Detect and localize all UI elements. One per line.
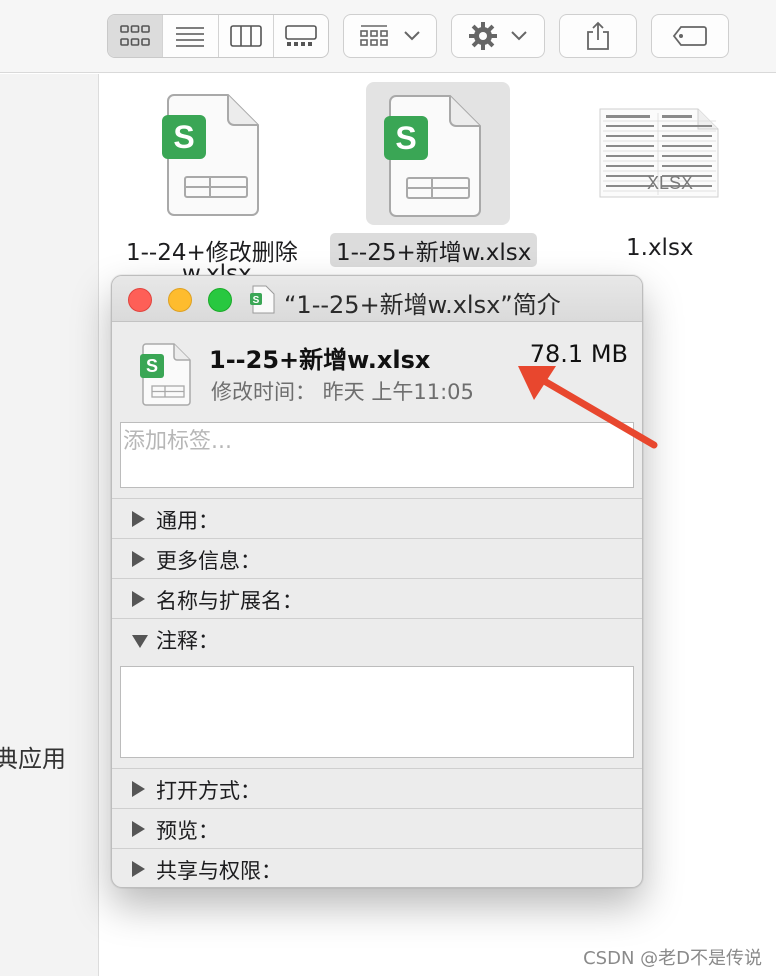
xlsx-overlay-label: XLSX (647, 173, 693, 193)
tags-button[interactable] (651, 14, 729, 58)
tag-icon (672, 26, 707, 46)
svg-text:S: S (395, 120, 416, 156)
section-label: 名称与扩展名： (156, 589, 303, 613)
file-name: 1--25+新增w.xlsx (330, 233, 538, 267)
section-open-with[interactable]: 打开方式： (112, 768, 642, 808)
gallery-view-icon (285, 25, 317, 46)
section-label: 预览： (156, 819, 219, 843)
minimize-button[interactable] (168, 288, 192, 312)
file-item-selected[interactable]: S 1--25+新增w.xlsx (330, 82, 550, 272)
info-header: S 1--25+新增w.xlsx 78.1 MB 修改时间： 昨天 上午11:0… (112, 322, 642, 412)
column-view-button[interactable] (219, 15, 274, 57)
svg-text:S: S (173, 119, 194, 155)
disclosure-triangle-icon[interactable] (132, 781, 145, 797)
sidebar-item-label[interactable]: 典应用 (0, 739, 66, 774)
section-label: 打开方式： (156, 779, 261, 803)
column-view-icon (229, 25, 262, 47)
disclosure-triangle-icon[interactable] (132, 635, 148, 648)
group-icon (360, 25, 388, 46)
tags-field[interactable] (120, 422, 634, 488)
get-info-window: S “1--25+新增w.xlsx”简介 S 1--25+新增w.xlsx 78… (111, 275, 643, 888)
section-name-extension[interactable]: 名称与扩展名： (112, 578, 642, 618)
gallery-view-button[interactable] (274, 15, 328, 57)
finder-sidebar: 典应用 (0, 74, 99, 976)
group-by-button[interactable] (343, 14, 437, 58)
finder-toolbar (0, 0, 776, 73)
action-button[interactable] (451, 14, 545, 58)
section-label: 通用： (156, 509, 219, 533)
window-title: “1--25+新增w.xlsx”简介 (284, 291, 561, 319)
file-name-line2: w.xlsx (182, 261, 252, 275)
icon-view-icon (120, 25, 150, 46)
zoom-button[interactable] (208, 288, 232, 312)
tags-input[interactable] (121, 423, 633, 459)
file-item[interactable]: XLSX 1.xlsx (586, 85, 736, 265)
disclosure-triangle-icon[interactable] (132, 551, 145, 567)
section-comments[interactable]: 注释： (112, 618, 642, 658)
info-file-name: 1--25+新增w.xlsx (209, 346, 431, 374)
spreadsheet-file-icon: S (162, 94, 259, 216)
comments-textarea[interactable] (120, 666, 634, 758)
section-general[interactable]: 通用： (112, 498, 642, 538)
share-button[interactable] (559, 14, 637, 58)
list-view-icon (176, 27, 205, 47)
svg-text:S: S (253, 295, 260, 306)
disclosure-triangle-icon[interactable] (132, 591, 145, 607)
window-titlebar: S “1--25+新增w.xlsx”简介 (112, 276, 642, 322)
section-sharing-permissions[interactable]: 共享与权限： (112, 848, 642, 887)
section-label: 共享与权限： (156, 859, 282, 883)
spreadsheet-file-icon: S (250, 285, 275, 314)
disclosure-triangle-icon[interactable] (132, 821, 145, 837)
file-name: 1.xlsx (626, 235, 694, 261)
icon-view-button[interactable] (108, 15, 164, 57)
disclosure-triangle-icon[interactable] (132, 511, 145, 527)
spreadsheet-file-icon: S (384, 95, 481, 217)
info-modified-date: 修改时间： 昨天 上午11:05 (211, 380, 474, 404)
disclosure-triangle-icon[interactable] (132, 861, 145, 877)
chevron-down-icon (404, 31, 420, 41)
spreadsheet-file-icon: S (140, 343, 191, 406)
close-button[interactable] (128, 288, 152, 312)
watermark: CSDN @老D不是传说 (583, 948, 762, 969)
section-preview[interactable]: 预览： (112, 808, 642, 848)
section-label: 更多信息： (156, 549, 261, 573)
section-label: 注释： (156, 629, 219, 653)
svg-text:S: S (146, 356, 158, 376)
view-mode-selector (107, 14, 329, 58)
spreadsheet-preview-icon: XLSX (599, 108, 719, 198)
chevron-down-icon (511, 31, 527, 41)
share-icon (587, 21, 609, 50)
info-file-size: 78.1 MB (529, 340, 628, 368)
file-item[interactable]: S 1--24+修改删除 w.xlsx (120, 85, 320, 275)
section-more-info[interactable]: 更多信息： (112, 538, 642, 578)
gear-icon (469, 22, 497, 50)
list-view-button[interactable] (163, 15, 219, 57)
